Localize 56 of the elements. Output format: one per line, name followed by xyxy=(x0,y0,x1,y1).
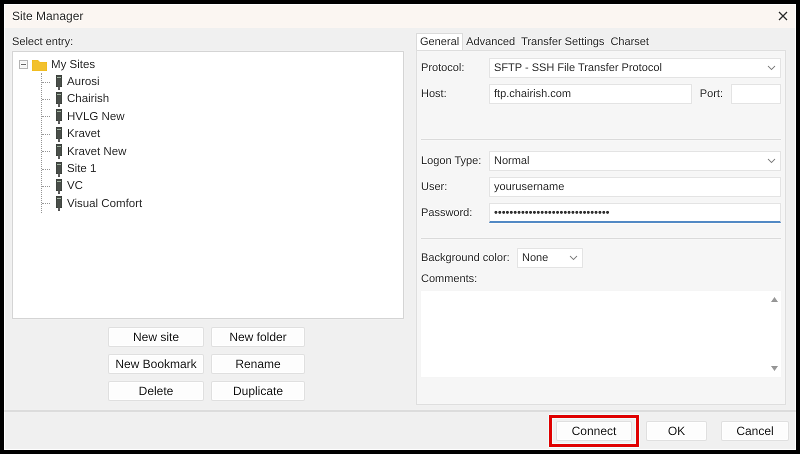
dialog-button[interactable]: Cancel xyxy=(721,421,789,441)
comments-field[interactable] xyxy=(421,291,781,377)
tree-action-button[interactable]: Duplicate xyxy=(211,381,305,401)
server-icon xyxy=(55,178,63,194)
site-label[interactable]: Chairish xyxy=(67,93,110,106)
field-label: Port: xyxy=(700,88,723,100)
server-icon xyxy=(55,92,63,107)
server-icon xyxy=(55,196,63,212)
select-entry-label: Select entry: xyxy=(12,36,74,48)
close-icon[interactable] xyxy=(778,11,788,21)
site-label[interactable]: HVLG New xyxy=(67,110,125,123)
field-label: User: xyxy=(421,181,448,193)
tree-action-button[interactable]: Delete xyxy=(108,381,204,401)
server-icon xyxy=(55,109,63,124)
tab[interactable]: General xyxy=(416,33,464,50)
site-label[interactable]: Kravet New xyxy=(67,146,126,158)
field-label: Background color: xyxy=(421,252,511,264)
field-label: Protocol: xyxy=(421,62,466,74)
background-color-dropdown[interactable]: None xyxy=(517,248,583,268)
site-label[interactable]: Kravet xyxy=(67,128,100,140)
field-label: Comments: xyxy=(421,273,478,285)
field-label: Logon Type: xyxy=(421,155,482,167)
tree-action-button[interactable]: New Bookmark xyxy=(108,354,204,374)
tree-action-button[interactable]: Rename xyxy=(211,354,305,374)
collapse-icon[interactable] xyxy=(19,60,28,70)
server-icon xyxy=(55,162,63,177)
server-icon xyxy=(55,126,63,142)
field-label: Password: xyxy=(421,207,474,219)
user-field[interactable]: yourusername xyxy=(489,177,781,197)
field-label: Host: xyxy=(421,88,448,100)
logon-type-dropdown[interactable]: Normal xyxy=(489,151,781,171)
tree-action-button[interactable]: New folder xyxy=(211,327,305,347)
scroll-down-icon[interactable] xyxy=(770,366,778,371)
site-label[interactable]: Site 1 xyxy=(67,163,96,176)
dialog-button[interactable]: Connect xyxy=(556,421,632,441)
dialog-button[interactable]: OK xyxy=(646,421,707,441)
dropdown-caret-icon xyxy=(767,65,776,71)
server-icon xyxy=(55,74,63,90)
protocol-dropdown[interactable]: SFTP - SSH File Transfer Protocol xyxy=(489,58,781,78)
site-label[interactable]: Visual Comfort xyxy=(67,198,142,210)
scroll-up-icon[interactable] xyxy=(770,297,778,302)
folder-label[interactable]: My Sites xyxy=(51,58,96,71)
site-label[interactable]: Aurosi xyxy=(67,76,100,88)
dropdown-caret-icon xyxy=(569,255,578,261)
dropdown-caret-icon xyxy=(767,158,776,164)
tab[interactable]: Advanced xyxy=(463,34,518,50)
port-field[interactable] xyxy=(731,84,781,104)
tab[interactable]: Charset xyxy=(607,34,652,50)
folder-icon xyxy=(32,58,47,71)
site-label[interactable]: VC xyxy=(67,180,83,192)
password-field[interactable]: •••••••••••••••••••••••••••••• xyxy=(489,203,781,223)
tree-action-button[interactable]: New site xyxy=(108,327,204,347)
server-icon xyxy=(55,144,63,160)
window-title: Site Manager xyxy=(12,9,84,23)
host-field[interactable]: ftp.chairish.com xyxy=(489,84,692,104)
tab[interactable]: Transfer Settings xyxy=(518,34,608,50)
